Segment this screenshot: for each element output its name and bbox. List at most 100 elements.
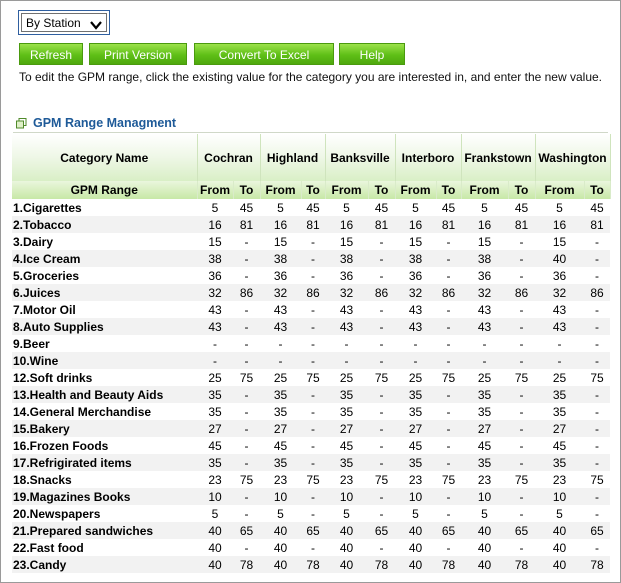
gpm-from-value[interactable]: 43 xyxy=(325,301,368,318)
gpm-to-value[interactable]: 78 xyxy=(368,556,395,573)
gpm-from-value[interactable]: 32 xyxy=(395,284,436,301)
gpm-to-value[interactable]: 81 xyxy=(301,216,325,233)
gpm-from-value[interactable]: 35 xyxy=(461,403,508,420)
gpm-from-value[interactable]: 5 xyxy=(260,505,301,522)
gpm-to-value[interactable]: - xyxy=(508,539,535,556)
gpm-from-value[interactable]: 40 xyxy=(197,539,233,556)
gpm-to-value[interactable]: 86 xyxy=(233,284,260,301)
gpm-to-value[interactable]: - xyxy=(368,335,395,352)
gpm-to-value[interactable]: 81 xyxy=(508,216,535,233)
gpm-to-value[interactable]: - xyxy=(436,386,461,403)
gpm-to-value[interactable]: 81 xyxy=(584,216,610,233)
gpm-from-value[interactable]: 40 xyxy=(395,522,436,539)
gpm-from-value[interactable]: 5 xyxy=(325,199,368,216)
gpm-to-value[interactable]: - xyxy=(436,233,461,250)
gpm-from-value[interactable]: 43 xyxy=(535,301,584,318)
gpm-from-value[interactable]: 40 xyxy=(535,539,584,556)
gpm-to-value[interactable]: 81 xyxy=(233,216,260,233)
gpm-from-value[interactable]: 43 xyxy=(325,318,368,335)
gpm-from-value[interactable]: 10 xyxy=(325,488,368,505)
gpm-from-value[interactable]: - xyxy=(260,335,301,352)
gpm-from-value[interactable]: 40 xyxy=(535,250,584,267)
gpm-from-value[interactable]: 25 xyxy=(461,369,508,386)
gpm-to-value[interactable]: 45 xyxy=(436,199,461,216)
gpm-from-value[interactable]: 35 xyxy=(461,386,508,403)
gpm-from-value[interactable]: 45 xyxy=(260,437,301,454)
gpm-to-value[interactable]: 75 xyxy=(368,369,395,386)
gpm-to-value[interactable]: - xyxy=(233,386,260,403)
gpm-from-value[interactable]: 45 xyxy=(461,437,508,454)
gpm-from-value[interactable]: 35 xyxy=(260,454,301,471)
gpm-from-value[interactable]: 40 xyxy=(260,522,301,539)
gpm-from-value[interactable]: 38 xyxy=(461,250,508,267)
gpm-to-value[interactable]: - xyxy=(436,420,461,437)
gpm-to-value[interactable]: - xyxy=(508,250,535,267)
station-filter-select[interactable]: By Station xyxy=(18,10,110,35)
gpm-to-value[interactable]: 65 xyxy=(436,522,461,539)
gpm-from-value[interactable]: 32 xyxy=(260,284,301,301)
gpm-from-value[interactable]: 16 xyxy=(260,216,301,233)
gpm-to-value[interactable]: - xyxy=(301,318,325,335)
gpm-from-value[interactable]: 35 xyxy=(197,403,233,420)
gpm-from-value[interactable]: 40 xyxy=(461,522,508,539)
gpm-to-value[interactable]: - xyxy=(233,420,260,437)
gpm-from-value[interactable]: 35 xyxy=(395,386,436,403)
gpm-to-value[interactable]: - xyxy=(233,488,260,505)
gpm-to-value[interactable]: - xyxy=(233,352,260,369)
gpm-from-value[interactable]: 40 xyxy=(197,522,233,539)
gpm-to-value[interactable]: - xyxy=(368,318,395,335)
gpm-from-value[interactable]: 15 xyxy=(197,233,233,250)
gpm-to-value[interactable]: - xyxy=(368,454,395,471)
gpm-from-value[interactable]: 35 xyxy=(535,386,584,403)
gpm-from-value[interactable]: 35 xyxy=(535,403,584,420)
gpm-from-value[interactable]: 10 xyxy=(461,488,508,505)
gpm-from-value[interactable]: 45 xyxy=(325,437,368,454)
gpm-to-value[interactable]: - xyxy=(301,267,325,284)
gpm-from-value[interactable]: - xyxy=(461,352,508,369)
gpm-to-value[interactable]: - xyxy=(233,505,260,522)
gpm-from-value[interactable]: 36 xyxy=(535,267,584,284)
gpm-to-value[interactable]: - xyxy=(508,335,535,352)
gpm-to-value[interactable]: - xyxy=(301,505,325,522)
gpm-to-value[interactable]: - xyxy=(584,335,610,352)
gpm-to-value[interactable]: - xyxy=(508,437,535,454)
gpm-from-value[interactable]: 35 xyxy=(325,403,368,420)
gpm-to-value[interactable]: 75 xyxy=(436,369,461,386)
gpm-to-value[interactable]: 75 xyxy=(584,471,610,488)
gpm-from-value[interactable]: 35 xyxy=(325,386,368,403)
gpm-to-value[interactable]: - xyxy=(233,403,260,420)
gpm-to-value[interactable]: - xyxy=(368,301,395,318)
gpm-to-value[interactable]: 75 xyxy=(233,369,260,386)
gpm-to-value[interactable]: - xyxy=(368,437,395,454)
gpm-from-value[interactable]: 10 xyxy=(535,488,584,505)
gpm-to-value[interactable]: 75 xyxy=(233,471,260,488)
gpm-from-value[interactable]: 43 xyxy=(535,318,584,335)
gpm-to-value[interactable]: - xyxy=(233,454,260,471)
gpm-from-value[interactable]: 16 xyxy=(535,216,584,233)
gpm-from-value[interactable]: 40 xyxy=(395,556,436,573)
gpm-from-value[interactable]: 35 xyxy=(197,386,233,403)
gpm-to-value[interactable]: 45 xyxy=(584,199,610,216)
gpm-to-value[interactable]: - xyxy=(233,437,260,454)
gpm-from-value[interactable]: 15 xyxy=(260,233,301,250)
gpm-from-value[interactable]: 35 xyxy=(461,454,508,471)
gpm-to-value[interactable]: 78 xyxy=(233,556,260,573)
gpm-from-value[interactable]: 43 xyxy=(395,301,436,318)
gpm-from-value[interactable]: 16 xyxy=(197,216,233,233)
gpm-to-value[interactable]: - xyxy=(584,437,610,454)
gpm-from-value[interactable]: 32 xyxy=(461,284,508,301)
gpm-from-value[interactable]: - xyxy=(395,335,436,352)
gpm-from-value[interactable]: 5 xyxy=(535,199,584,216)
gpm-to-value[interactable]: - xyxy=(584,488,610,505)
gpm-from-value[interactable]: 43 xyxy=(197,318,233,335)
gpm-to-value[interactable]: - xyxy=(584,454,610,471)
gpm-to-value[interactable]: - xyxy=(301,454,325,471)
gpm-from-value[interactable]: 43 xyxy=(461,301,508,318)
gpm-to-value[interactable]: - xyxy=(436,267,461,284)
gpm-from-value[interactable]: 10 xyxy=(197,488,233,505)
gpm-from-value[interactable]: 5 xyxy=(325,505,368,522)
gpm-to-value[interactable]: 81 xyxy=(368,216,395,233)
gpm-from-value[interactable]: - xyxy=(535,352,584,369)
gpm-to-value[interactable]: - xyxy=(508,454,535,471)
gpm-from-value[interactable]: 40 xyxy=(325,539,368,556)
